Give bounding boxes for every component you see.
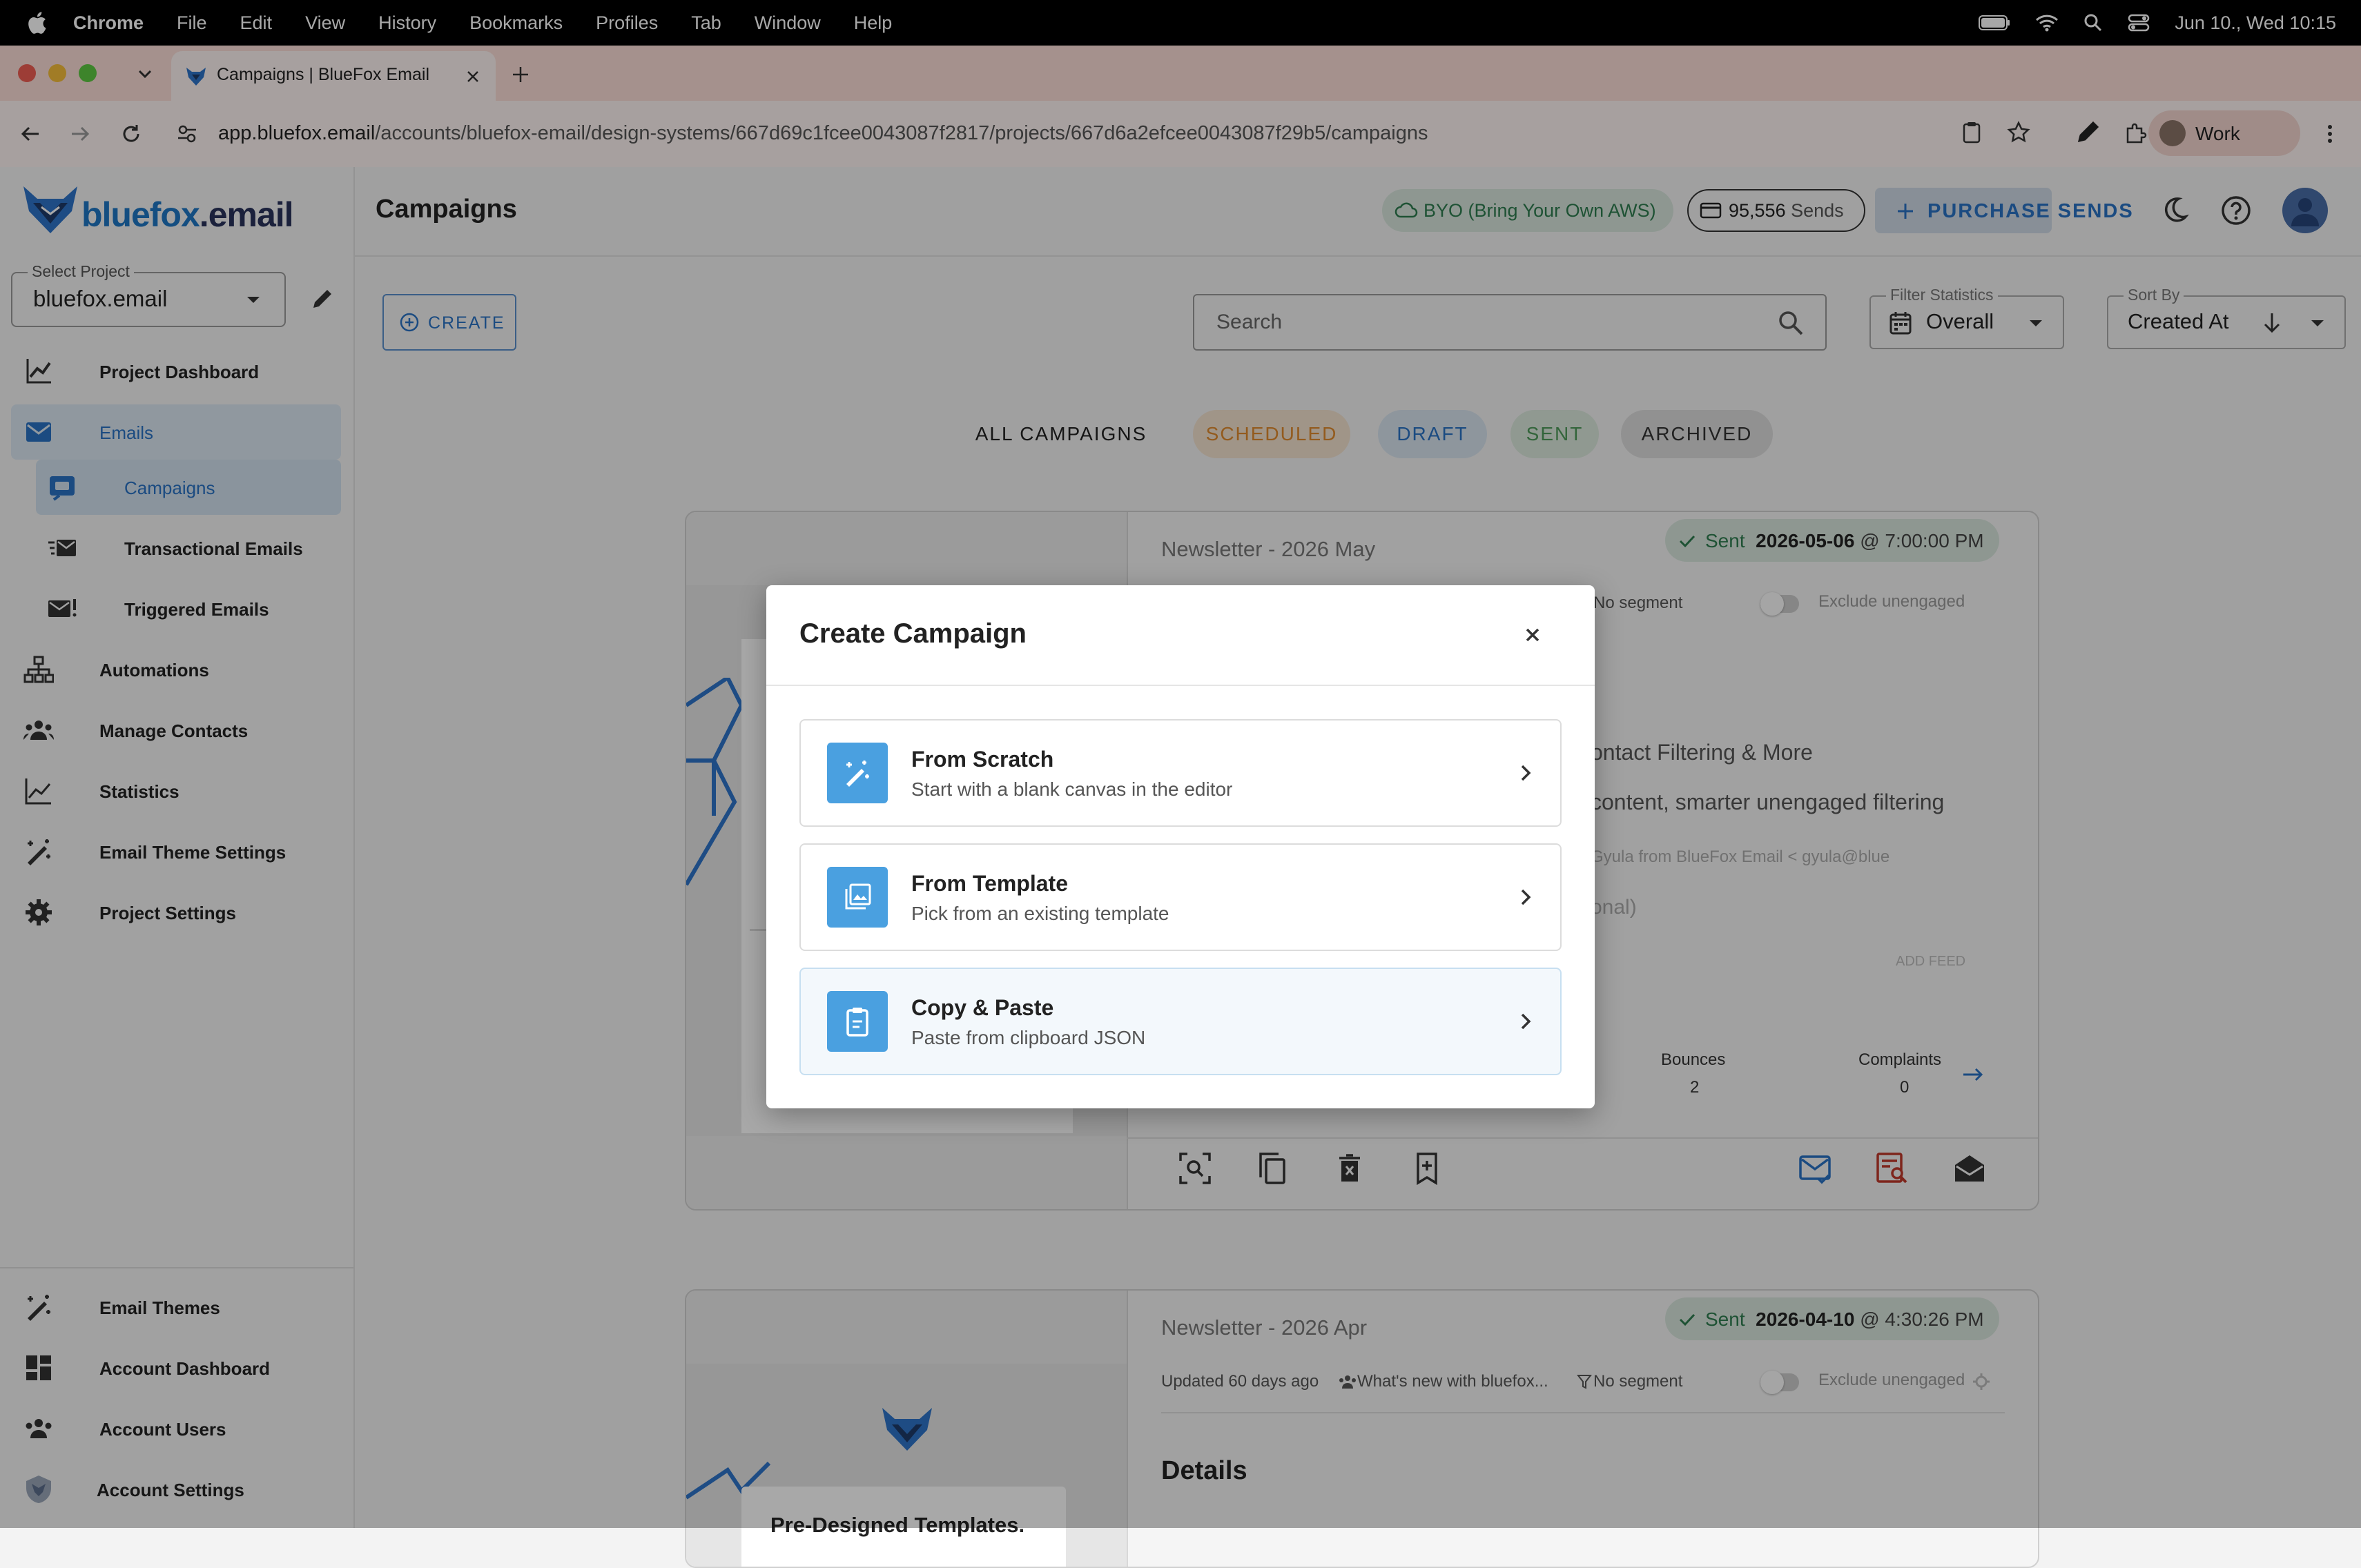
chevron-right-icon (1521, 889, 1531, 905)
option-description: Paste from clipboard JSON (911, 1027, 1146, 1048)
image-gallery-icon (845, 883, 871, 910)
option-title: From Template (911, 871, 1068, 896)
option-title: From Scratch (911, 747, 1054, 772)
chevron-right-icon (1521, 765, 1531, 781)
option-title: Copy & Paste (911, 995, 1054, 1020)
dialog-title: Create Campaign (799, 618, 1027, 649)
clipboard-icon (846, 1008, 868, 1037)
option-description: Start with a blank canvas in the editor (911, 778, 1233, 800)
option-from-scratch[interactable]: From Scratch Start with a blank canvas i… (799, 719, 1562, 827)
close-icon[interactable] (1519, 621, 1546, 649)
option-icon-tile (827, 991, 888, 1052)
magic-wand-icon (846, 761, 869, 787)
option-description: Pick from an existing template (911, 903, 1169, 924)
dialog-divider (766, 685, 1595, 686)
create-campaign-dialog: Create Campaign From Scratch Start with … (766, 585, 1595, 1108)
chevron-right-icon (1521, 1013, 1531, 1030)
option-from-template[interactable]: From Template Pick from an existing temp… (799, 843, 1562, 951)
option-copy-paste[interactable]: Copy & Paste Paste from clipboard JSON (799, 968, 1562, 1075)
option-icon-tile (827, 743, 888, 803)
option-icon-tile (827, 867, 888, 928)
